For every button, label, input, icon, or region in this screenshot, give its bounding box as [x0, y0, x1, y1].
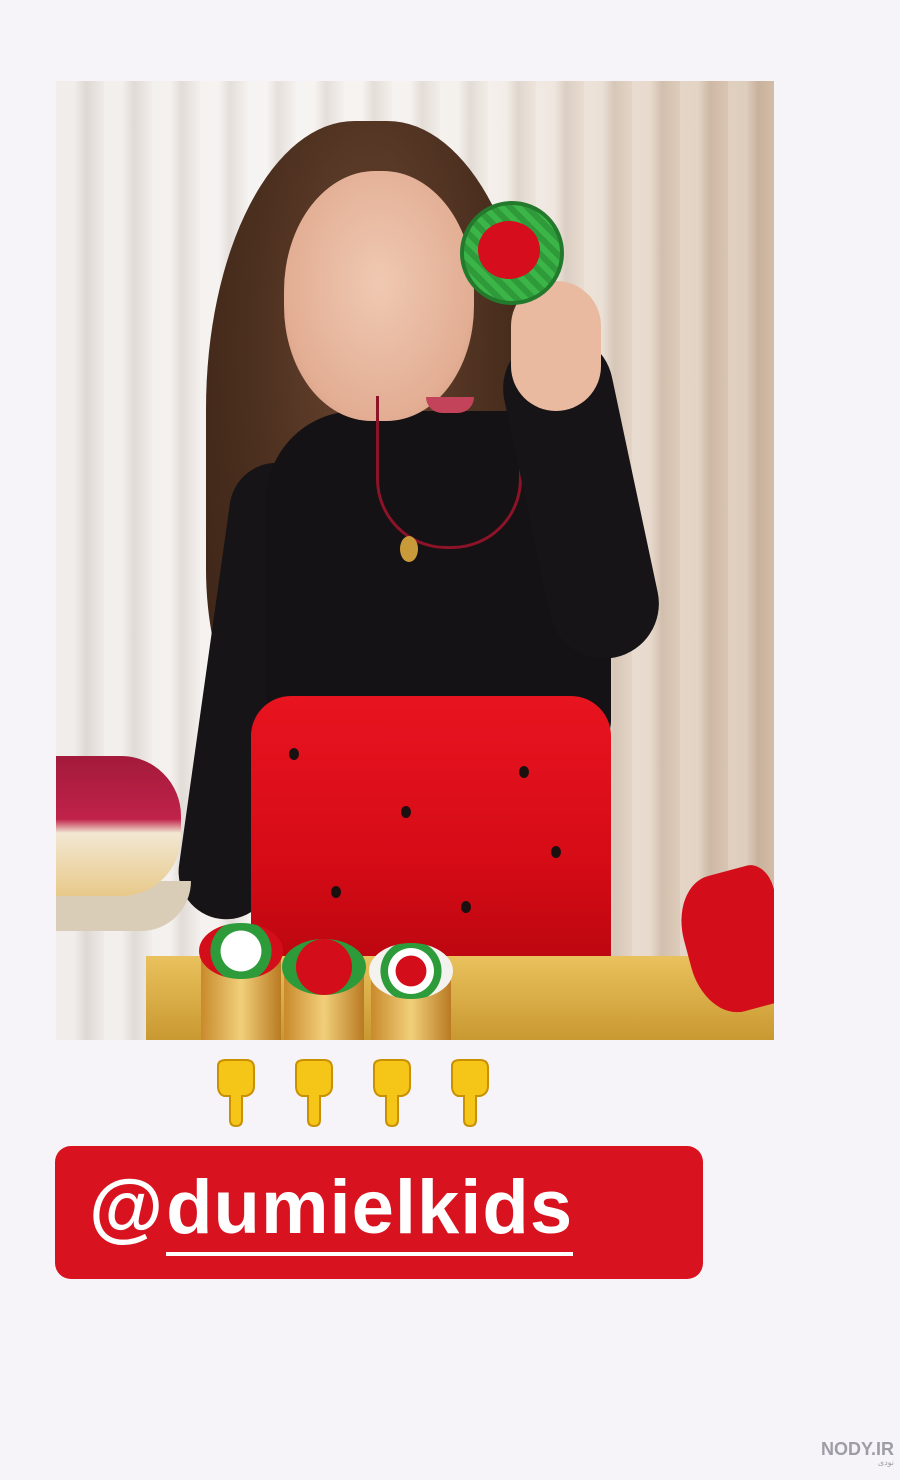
- backhand-index-pointing-down-icon: [217, 1059, 255, 1128]
- skirt-seed: [519, 766, 529, 778]
- mention-text[interactable]: @ dumielkids: [89, 1164, 574, 1256]
- backhand-index-pointing-down-icon: [451, 1059, 489, 1128]
- skirt-seed: [289, 748, 299, 760]
- mention-at-sign: @: [89, 1164, 165, 1250]
- face: [284, 171, 474, 421]
- mention-sticker[interactable]: @ dumielkids: [55, 1146, 703, 1279]
- cupcake-topping: [369, 943, 453, 999]
- cookie-red-center: [478, 221, 540, 279]
- skirt-seed: [461, 901, 471, 913]
- cake: [56, 756, 181, 896]
- site-watermark: NODY.IR نودی: [798, 1440, 894, 1476]
- necklace: [376, 396, 522, 549]
- cupcake-topping: [282, 939, 366, 995]
- story-photo: [56, 81, 774, 1040]
- mention-username[interactable]: dumielkids: [166, 1169, 574, 1256]
- skirt-seed: [551, 846, 561, 858]
- red-skirt: [251, 696, 611, 976]
- backhand-index-pointing-down-icon: [295, 1059, 333, 1128]
- watermark-subtitle: نودی: [877, 1458, 894, 1467]
- skirt-seed: [331, 886, 341, 898]
- watermark-logo: NODY.IR: [820, 1439, 894, 1459]
- backhand-index-pointing-down-icon: [373, 1059, 411, 1128]
- skirt-seed: [401, 806, 411, 818]
- pointing-down-emoji-row: [210, 1058, 510, 1128]
- pendant: [400, 536, 418, 562]
- cupcake-topping: [199, 923, 283, 979]
